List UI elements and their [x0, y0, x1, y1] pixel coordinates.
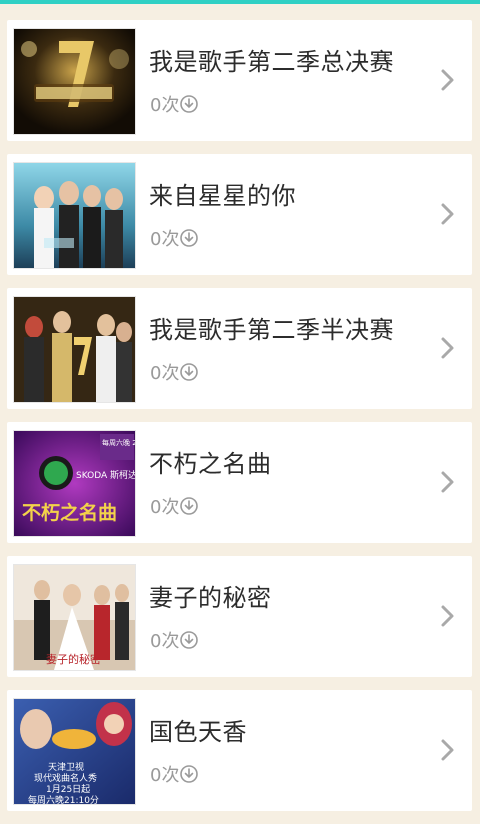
download-count: 0次 — [150, 360, 199, 384]
download-count: 0次 — [150, 92, 199, 116]
thumbnail: SKODA 斯柯达 每周六晚 21:15 不朽之名曲 — [13, 430, 136, 537]
download-count: 0次 — [150, 628, 199, 652]
thumbnail-channel-text: 天津卫视 — [48, 761, 84, 773]
chevron-right-icon[interactable] — [440, 738, 456, 762]
chevron-right-icon[interactable] — [440, 202, 456, 226]
thumbnail — [13, 296, 136, 403]
thumbnail-title-text: 妻子的秘密 — [46, 652, 101, 666]
drama-poster-icon — [14, 163, 135, 268]
thumbnail: 天津卫视 现代戏曲名人秀 1月25日起 每周六晚21:10分 — [13, 698, 136, 805]
download-count: 0次 — [150, 226, 199, 250]
download-icon — [180, 363, 199, 381]
thumbnail-schedule-text: 每周六晚21:10分 — [28, 794, 99, 804]
list-item[interactable]: 来自星星的你 0次 — [7, 154, 472, 275]
download-icon — [180, 631, 199, 649]
guose-tianxiang-poster-icon: 天津卫视 现代戏曲名人秀 1月25日起 每周六晚21:10分 — [14, 699, 135, 804]
singer-finale-poster-icon — [14, 29, 135, 134]
item-title: 我是歌手第二季总决赛 — [149, 48, 394, 76]
download-count: 0次 — [150, 762, 199, 786]
chevron-right-icon[interactable] — [440, 336, 456, 360]
thumbnail-date-text: 1月25日起 — [46, 784, 90, 795]
wife-secret-poster-icon: 妻子的秘密 — [14, 565, 135, 670]
thumbnail-subtitle-text: 现代戏曲名人秀 — [34, 772, 97, 784]
download-icon — [180, 497, 199, 515]
download-icon — [180, 95, 199, 113]
list-item[interactable]: 天津卫视 现代戏曲名人秀 1月25日起 每周六晚21:10分 国色天香 0次 — [7, 690, 472, 811]
item-title: 国色天香 — [149, 718, 247, 746]
thumbnail — [13, 28, 136, 135]
item-title: 我是歌手第二季半决赛 — [149, 316, 394, 344]
count-text: 0次 — [150, 631, 180, 652]
chevron-right-icon[interactable] — [440, 604, 456, 628]
top-accent-bar — [0, 0, 480, 4]
download-icon — [180, 229, 199, 247]
item-title: 妻子的秘密 — [149, 584, 272, 612]
download-count: 0次 — [150, 494, 199, 518]
thumbnail-title-text: 不朽之名曲 — [22, 501, 117, 524]
count-text: 0次 — [150, 229, 180, 250]
video-list: 我是歌手第二季总决赛 0次 来自星星的你 0次 我是歌手第二季半决赛 0次 SK… — [7, 20, 472, 824]
chevron-right-icon[interactable] — [440, 68, 456, 92]
thumbnail-schedule-text: 每周六晚 21:15 — [102, 438, 135, 447]
list-item[interactable]: 我是歌手第二季半决赛 0次 — [7, 288, 472, 409]
thumbnail — [13, 162, 136, 269]
download-icon — [180, 765, 199, 783]
item-title: 不朽之名曲 — [149, 450, 272, 478]
count-text: 0次 — [150, 765, 180, 786]
chevron-right-icon[interactable] — [440, 470, 456, 494]
item-title: 来自星星的你 — [149, 182, 296, 210]
thumbnail-brand-text: SKODA 斯柯达 — [76, 469, 135, 481]
list-item[interactable]: SKODA 斯柯达 每周六晚 21:15 不朽之名曲 不朽之名曲 0次 — [7, 422, 472, 543]
count-text: 0次 — [150, 497, 180, 518]
list-item[interactable]: 我是歌手第二季总决赛 0次 — [7, 20, 472, 141]
thumbnail: 妻子的秘密 — [13, 564, 136, 671]
list-item[interactable]: 妻子的秘密 妻子的秘密 0次 — [7, 556, 472, 677]
count-text: 0次 — [150, 95, 180, 116]
singer-semifinal-poster-icon — [14, 297, 135, 402]
count-text: 0次 — [150, 363, 180, 384]
immortal-songs-poster-icon: SKODA 斯柯达 每周六晚 21:15 不朽之名曲 — [14, 431, 135, 536]
